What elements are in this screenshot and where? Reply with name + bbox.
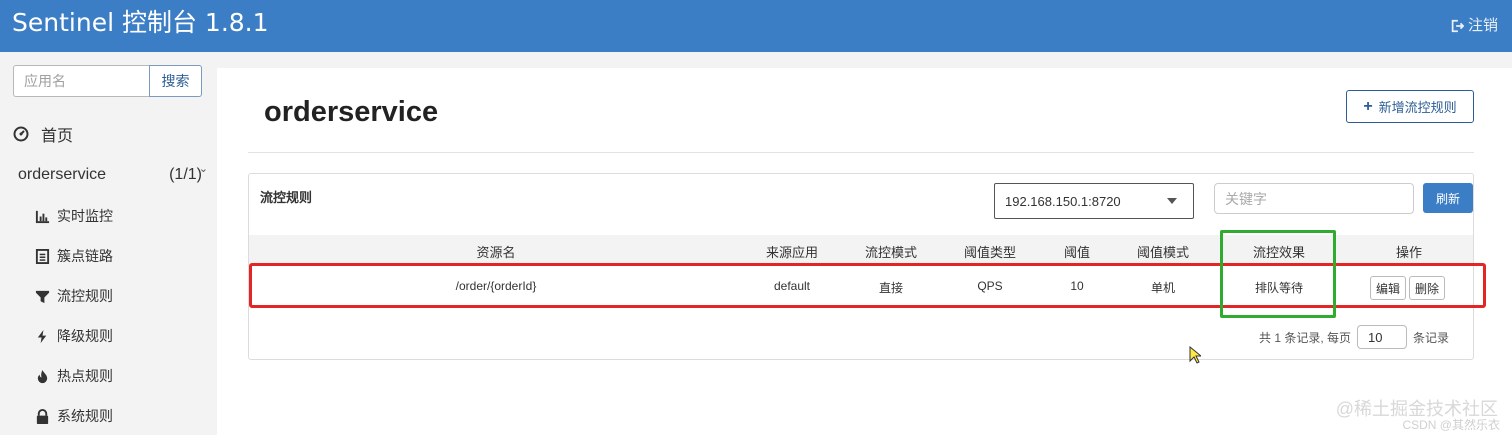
dashboard-icon bbox=[13, 126, 29, 142]
divider bbox=[248, 152, 1474, 153]
chevron-down-icon: ⌄ bbox=[198, 163, 208, 175]
add-flow-rule-label: 新增流控规则 bbox=[1378, 100, 1457, 115]
sidebar-item-label: 实时监控 bbox=[57, 208, 113, 224]
sidebar-item-system-rules[interactable]: 系统规则 bbox=[35, 406, 113, 426]
sidebar-item-realtime-monitor[interactable]: 实时监控 bbox=[35, 206, 113, 226]
page-title: orderservice bbox=[264, 96, 439, 128]
sidebar-item-cluster-chain[interactable]: 簇点链路 bbox=[35, 246, 113, 266]
filter-icon bbox=[35, 290, 50, 303]
sidebar-item-label: 系统规则 bbox=[57, 408, 113, 424]
bar-chart-icon bbox=[35, 210, 50, 223]
keyword-input[interactable] bbox=[1214, 183, 1414, 214]
sidebar-item-label: 热点规则 bbox=[57, 368, 113, 384]
pagination-suffix: 条记录 bbox=[1413, 330, 1450, 345]
app-title: Sentinel 控制台 1.8.1 bbox=[12, 8, 269, 37]
app-machine-count: (1/1) bbox=[169, 166, 202, 183]
logout-label: 注销 bbox=[1467, 17, 1498, 34]
caret-down-icon bbox=[1167, 198, 1177, 204]
fire-icon bbox=[37, 369, 48, 383]
app-search: 搜索 bbox=[13, 65, 202, 97]
list-icon bbox=[35, 248, 50, 264]
content-top-strip bbox=[217, 52, 1512, 68]
sidebar-item-hotspot-rules[interactable]: 热点规则 bbox=[35, 366, 113, 386]
add-flow-rule-button[interactable]: + 新增流控规则 bbox=[1346, 90, 1474, 123]
machine-select[interactable]: 192.168.150.1:8720 bbox=[994, 183, 1194, 219]
sidebar-app-orderservice[interactable]: orderservice (1/1) ⌄ bbox=[18, 163, 208, 188]
top-header: Sentinel 控制台 1.8.1 注销 bbox=[0, 0, 1512, 52]
mouse-cursor-icon bbox=[1189, 346, 1201, 364]
app-name: orderservice bbox=[18, 166, 107, 183]
pagination: 共 1 条记录, 每页 10 条记录 bbox=[1259, 325, 1449, 349]
column-header: 资源名 bbox=[476, 245, 516, 260]
panel-title: 流控规则 bbox=[260, 190, 313, 205]
plus-icon: + bbox=[1363, 97, 1373, 115]
bolt-icon bbox=[37, 329, 47, 343]
machine-select-value: 192.168.150.1:8720 bbox=[1005, 193, 1121, 209]
sign-out-icon bbox=[1451, 19, 1464, 33]
sidebar-item-label: 降级规则 bbox=[57, 328, 113, 344]
column-header: 阈值类型 bbox=[963, 245, 1017, 260]
sidebar-item-degrade-rules[interactable]: 降级规则 bbox=[35, 326, 113, 346]
sidebar-item-label: 首页 bbox=[41, 128, 74, 145]
sidebar: 搜索 首页 orderservice (1/1) ⌄ 实时监控 簇点链路 流控规… bbox=[0, 52, 217, 435]
column-header: 阈值 bbox=[1063, 245, 1091, 260]
sidebar-item-flow-rules[interactable]: 流控规则 bbox=[35, 286, 113, 306]
column-header: 操作 bbox=[1395, 245, 1423, 260]
pagination-prefix: 共 1 条记录, 每页 bbox=[1259, 330, 1352, 345]
logout-button[interactable]: 注销 bbox=[1450, 16, 1498, 36]
page-size-input[interactable]: 10 bbox=[1357, 325, 1408, 349]
column-header: 阈值模式 bbox=[1136, 245, 1190, 260]
column-header: 流控模式 bbox=[864, 245, 918, 260]
app-search-input[interactable] bbox=[13, 65, 149, 97]
app-search-button[interactable]: 搜索 bbox=[149, 65, 202, 97]
column-header: 来源应用 bbox=[765, 245, 819, 260]
sidebar-item-home[interactable]: 首页 bbox=[13, 122, 73, 146]
lock-icon bbox=[36, 408, 49, 424]
refresh-button[interactable]: 刷新 bbox=[1423, 183, 1473, 213]
sidebar-item-label: 流控规则 bbox=[57, 288, 113, 304]
watermark-credit: CSDN @其然乐衣 bbox=[1402, 418, 1500, 432]
sidebar-item-label: 簇点链路 bbox=[57, 248, 113, 264]
green-highlight-box bbox=[1220, 230, 1336, 318]
